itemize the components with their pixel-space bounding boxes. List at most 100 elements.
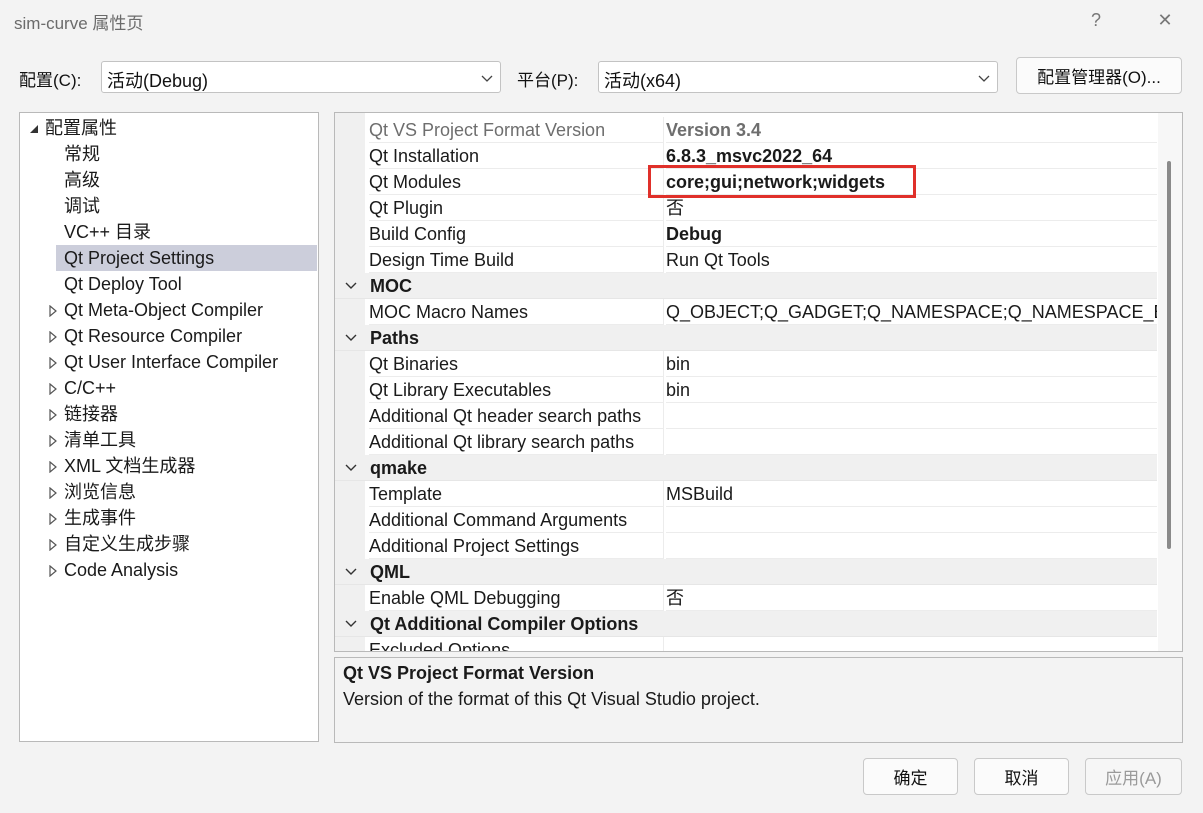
grid-category[interactable]: QML	[335, 559, 1157, 585]
property-value[interactable]: 否	[666, 195, 1157, 221]
collapsed-triangle-icon[interactable]	[48, 435, 58, 447]
tree-item[interactable]: Qt Project Settings	[56, 245, 317, 271]
grid-category-label: Qt Additional Compiler Options	[370, 614, 639, 634]
grid-row[interactable]: Qt VS Project Format Version Version 3.4	[335, 117, 1157, 143]
tree-item[interactable]: Qt User Interface Compiler	[20, 349, 318, 375]
grid-row[interactable]: Template MSBuild	[335, 481, 1157, 507]
window-title: sim-curve 属性页	[14, 14, 144, 33]
tree-item-label: 生成事件	[64, 508, 136, 528]
chevron-down-icon[interactable]	[345, 619, 357, 629]
grid-category-label: QML	[370, 562, 410, 582]
property-name: Qt Modules	[369, 169, 663, 195]
tree-item[interactable]: Qt Deploy Tool	[20, 271, 318, 297]
collapsed-triangle-icon[interactable]	[48, 331, 58, 343]
grid-row[interactable]: Build Config Debug	[335, 221, 1157, 247]
grid-category[interactable]: qmake	[335, 455, 1157, 481]
grid-row[interactable]: Qt Library Executables bin	[335, 377, 1157, 403]
grid-row[interactable]: Qt Plugin 否	[335, 195, 1157, 221]
grid-row[interactable]: Additional Project Settings	[335, 533, 1157, 559]
collapsed-triangle-icon[interactable]	[48, 487, 58, 499]
property-value[interactable]: Run Qt Tools	[666, 247, 1157, 273]
help-button[interactable]: ?	[1078, 4, 1114, 36]
tree-item[interactable]: 浏览信息	[20, 479, 318, 505]
property-value[interactable]: Version 3.4	[666, 117, 1157, 143]
tree-item[interactable]: 高级	[20, 167, 318, 193]
grid-category[interactable]: MOC	[335, 273, 1157, 299]
collapsed-triangle-icon[interactable]	[48, 357, 58, 369]
annotation-highlight-box	[648, 165, 916, 198]
title-bar: sim-curve 属性页 ? ✕	[0, 0, 1203, 40]
collapsed-triangle-icon[interactable]	[48, 565, 58, 577]
tree-item[interactable]: Qt Meta-Object Compiler	[20, 297, 318, 323]
grid-row[interactable]: Additional Command Arguments	[335, 507, 1157, 533]
grid-category[interactable]: Qt Additional Compiler Options	[335, 611, 1157, 637]
platform-select[interactable]: 活动(x64)	[598, 61, 998, 93]
config-select[interactable]: 活动(Debug)	[101, 61, 501, 93]
property-value[interactable]	[666, 429, 1157, 455]
tree-item[interactable]: XML 文档生成器	[20, 453, 318, 479]
grid-category-label: qmake	[370, 458, 428, 478]
tree-item[interactable]: VC++ 目录	[20, 219, 318, 245]
tree-item[interactable]: 自定义生成步骤	[20, 531, 318, 557]
grid-row[interactable]: Enable QML Debugging 否	[335, 585, 1157, 611]
chevron-down-icon[interactable]	[345, 463, 357, 473]
tree-item[interactable]: 调试	[20, 193, 318, 219]
property-value[interactable]: MSBuild	[666, 481, 1157, 507]
tree-item[interactable]: 清单工具	[20, 427, 318, 453]
platform-value: 活动(x64)	[604, 71, 682, 91]
grid-category[interactable]: Paths	[335, 325, 1157, 351]
tree-item-label: Code Analysis	[64, 560, 179, 580]
grid-row[interactable]: Additional Qt library search paths	[335, 429, 1157, 455]
property-value[interactable]	[666, 637, 1157, 651]
grid-row[interactable]: Additional Qt header search paths	[335, 403, 1157, 429]
chevron-down-icon	[978, 75, 990, 82]
property-name: Additional Command Arguments	[369, 507, 663, 533]
column-divider	[663, 299, 664, 325]
column-divider	[663, 429, 664, 455]
grid-scrollbar[interactable]	[1158, 113, 1182, 651]
tree-item[interactable]: 生成事件	[20, 505, 318, 531]
property-name: Additional Qt library search paths	[369, 429, 663, 455]
tree-item[interactable]: Qt Resource Compiler	[20, 323, 318, 349]
collapsed-triangle-icon[interactable]	[48, 461, 58, 473]
property-value[interactable]: bin	[666, 351, 1157, 377]
grid-row[interactable]: Design Time Build Run Qt Tools	[335, 247, 1157, 273]
property-name: Qt Plugin	[369, 195, 663, 221]
collapsed-triangle-icon[interactable]	[48, 305, 58, 317]
grid-row[interactable]: Qt Binaries bin	[335, 351, 1157, 377]
apply-button[interactable]: 应用(A)	[1085, 758, 1182, 795]
chevron-down-icon[interactable]	[345, 281, 357, 291]
property-value[interactable]	[666, 403, 1157, 429]
chevron-down-icon[interactable]	[345, 567, 357, 577]
cancel-button[interactable]: 取消	[974, 758, 1069, 795]
close-icon: ✕	[1157, 9, 1173, 30]
scrollbar-thumb[interactable]	[1167, 161, 1171, 549]
tree-item-label: 调试	[64, 196, 100, 216]
chevron-down-icon[interactable]	[345, 333, 357, 343]
collapsed-triangle-icon[interactable]	[48, 539, 58, 551]
tree-item[interactable]: 链接器	[20, 401, 318, 427]
column-divider	[663, 637, 664, 651]
property-value[interactable]: 否	[666, 585, 1157, 611]
grid-row[interactable]: MOC Macro Names Q_OBJECT;Q_GADGET;Q_NAMES…	[335, 299, 1157, 325]
property-value[interactable]	[666, 507, 1157, 533]
property-value[interactable]	[666, 533, 1157, 559]
config-manager-button[interactable]: 配置管理器(O)...	[1016, 57, 1182, 94]
grid-row[interactable]: Excluded Options	[335, 637, 1157, 651]
tree-root[interactable]: 配置属性	[20, 115, 318, 141]
property-value[interactable]: bin	[666, 377, 1157, 403]
tree-item[interactable]: 常规	[20, 141, 318, 167]
ok-button[interactable]: 确定	[863, 758, 958, 795]
property-name: Additional Project Settings	[369, 533, 663, 559]
collapsed-triangle-icon[interactable]	[48, 409, 58, 421]
collapsed-triangle-icon[interactable]	[48, 513, 58, 525]
collapsed-triangle-icon[interactable]	[48, 383, 58, 395]
property-value[interactable]: Q_OBJECT;Q_GADGET;Q_NAMESPACE;Q_NAMESPAC…	[666, 299, 1157, 325]
close-button[interactable]: ✕	[1147, 4, 1183, 36]
tree-item[interactable]: C/C++	[20, 375, 318, 401]
grid-category-label: Paths	[370, 328, 420, 348]
tree-item[interactable]: Code Analysis	[20, 557, 318, 583]
property-value[interactable]: Debug	[666, 221, 1157, 247]
property-name: Template	[369, 481, 663, 507]
expanded-triangle-icon[interactable]	[29, 123, 39, 135]
